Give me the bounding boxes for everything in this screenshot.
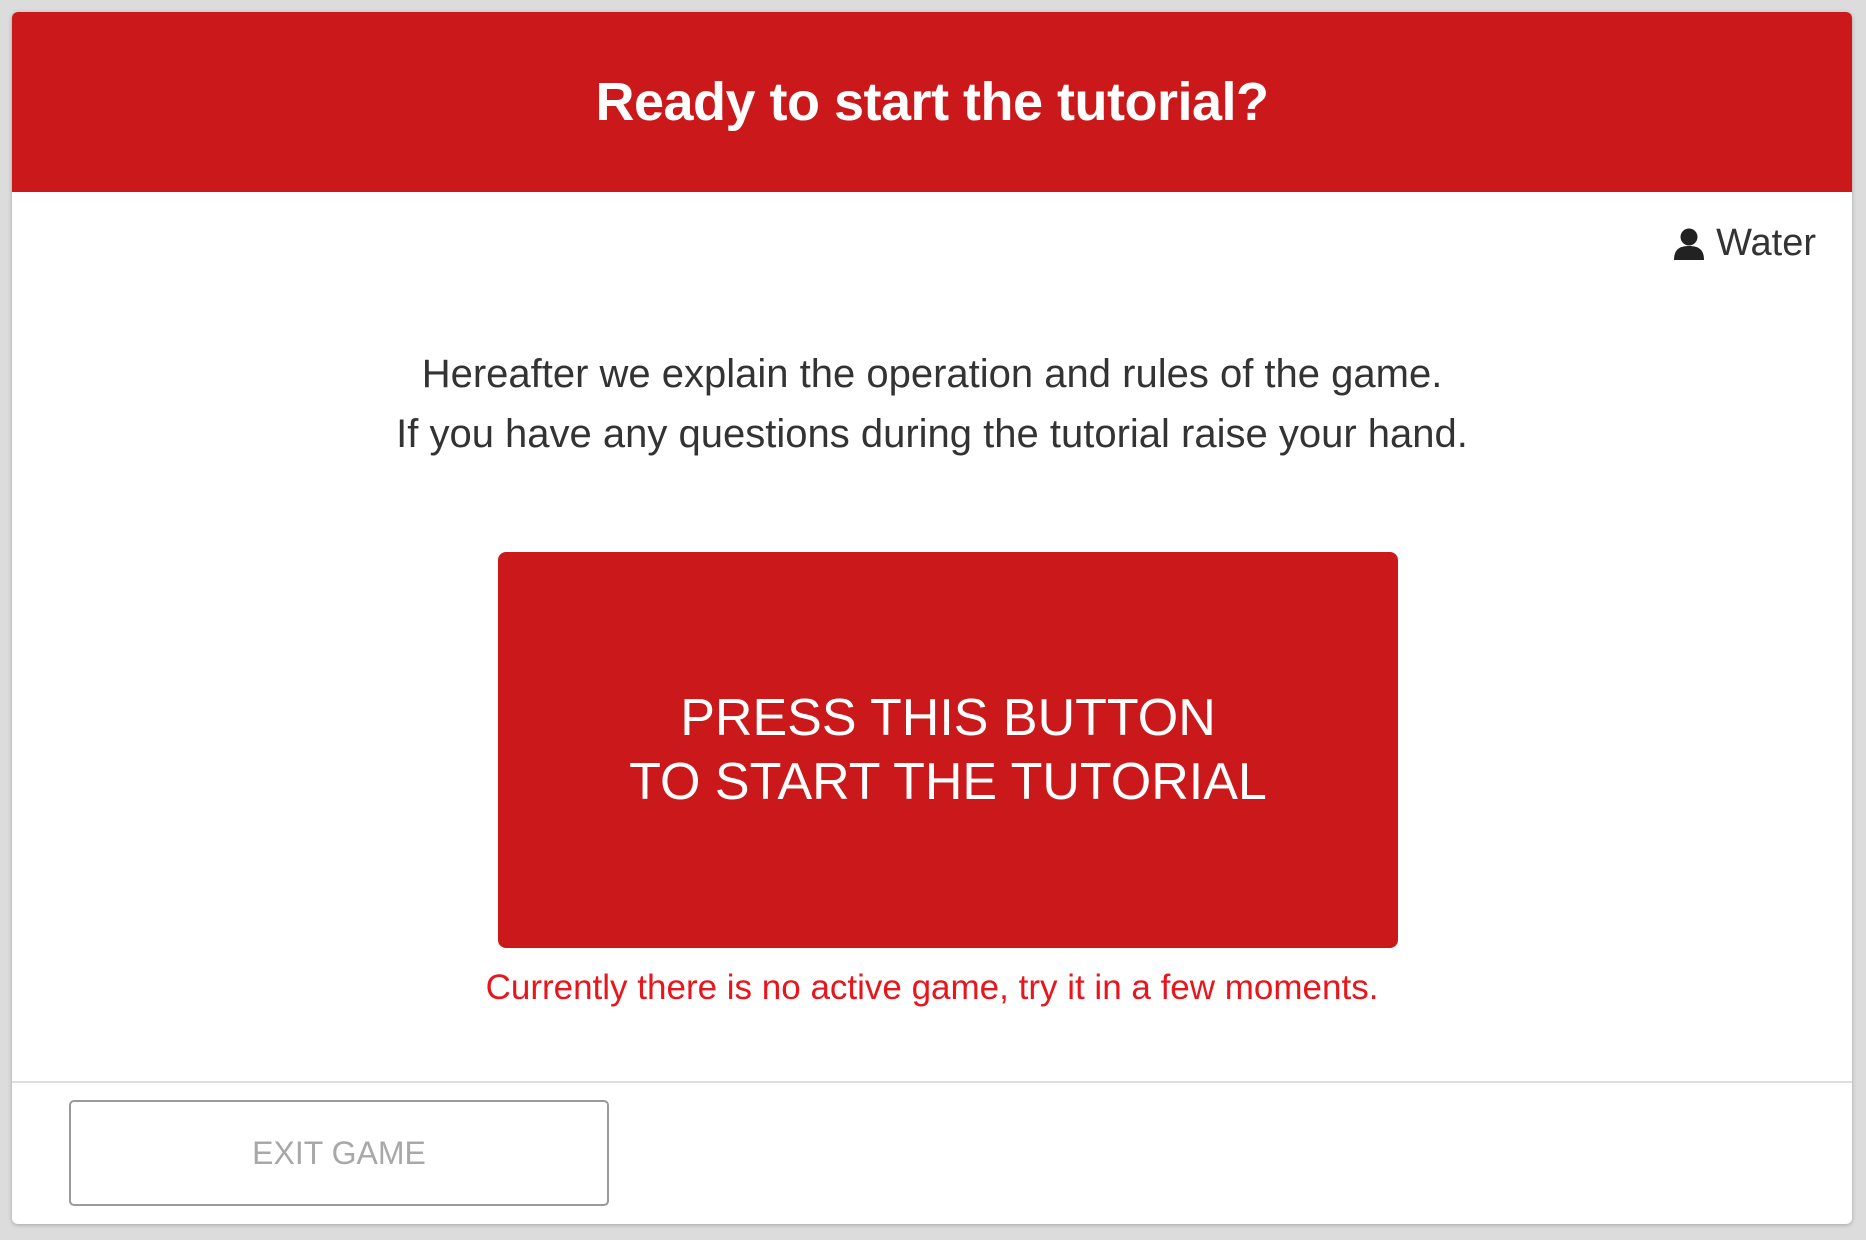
user-badge: Water (1672, 222, 1816, 265)
intro-line-2: If you have any questions during the tut… (396, 412, 1468, 456)
app-window: Ready to start the tutorial? Water Herea… (12, 12, 1852, 1224)
footer-divider (12, 1081, 1852, 1083)
intro-text: Hereafter we explain the operation and r… (12, 344, 1852, 464)
header-bar: Ready to start the tutorial? (12, 12, 1852, 192)
user-icon (1672, 227, 1706, 261)
status-message: Currently there is no active game, try i… (485, 968, 1379, 1007)
user-name: Water (1716, 222, 1816, 264)
start-button-line-2: TO START THE TUTORIAL (629, 753, 1267, 811)
start-tutorial-button[interactable]: PRESS THIS BUTTON TO START THE TUTORIAL (498, 552, 1398, 948)
page-title: Ready to start the tutorial? (595, 72, 1269, 132)
start-button-line-1: PRESS THIS BUTTON (680, 689, 1216, 747)
intro-line-1: Hereafter we explain the operation and r… (421, 352, 1443, 396)
exit-game-button[interactable]: EXIT GAME (69, 1100, 609, 1206)
